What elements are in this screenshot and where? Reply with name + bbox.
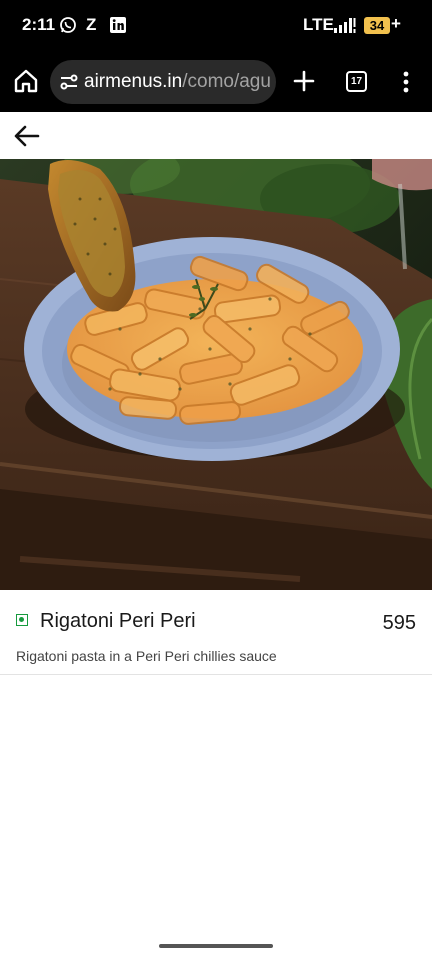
- menu-item-details: Rigatoni Peri Peri 595 Rigatoni pasta in…: [0, 590, 432, 675]
- item-description: Rigatoni pasta in a Peri Peri chillies s…: [16, 648, 277, 664]
- tab-switcher-button[interactable]: 17: [346, 71, 367, 92]
- status-bar: 2:11 Z LTE 34 +: [0, 0, 432, 52]
- whatsapp-icon: [60, 17, 76, 33]
- z-app-icon: Z: [86, 15, 97, 34]
- signal-icon: [334, 18, 356, 33]
- new-tab-icon[interactable]: [292, 69, 316, 93]
- network-type: LTE: [303, 15, 334, 34]
- url-domain: airmenus.in: [84, 71, 183, 92]
- charging-indicator: +: [391, 14, 401, 33]
- status-time: 2:11: [22, 15, 56, 34]
- overflow-menu-icon[interactable]: [396, 70, 416, 94]
- site-info-icon[interactable]: [59, 73, 79, 91]
- app-header: [0, 112, 432, 159]
- browser-toolbar: airmenus.in/como/agu 17: [0, 52, 432, 112]
- url-path: /como/agu: [182, 71, 271, 92]
- dish-illustration: [0, 159, 432, 590]
- back-arrow-icon[interactable]: [13, 124, 41, 148]
- linkedin-icon: [110, 17, 126, 33]
- address-bar[interactable]: airmenus.in/como/agu: [50, 60, 276, 104]
- veg-indicator-icon: [16, 614, 28, 626]
- item-price: 595: [382, 612, 416, 634]
- url-text[interactable]: airmenus.in/como/agu: [84, 71, 271, 93]
- home-icon[interactable]: [12, 67, 40, 95]
- gesture-navigation-bar[interactable]: [159, 944, 273, 948]
- item-name: Rigatoni Peri Peri: [40, 610, 196, 632]
- dish-photo: [0, 159, 432, 590]
- battery-icon: 34: [364, 17, 390, 34]
